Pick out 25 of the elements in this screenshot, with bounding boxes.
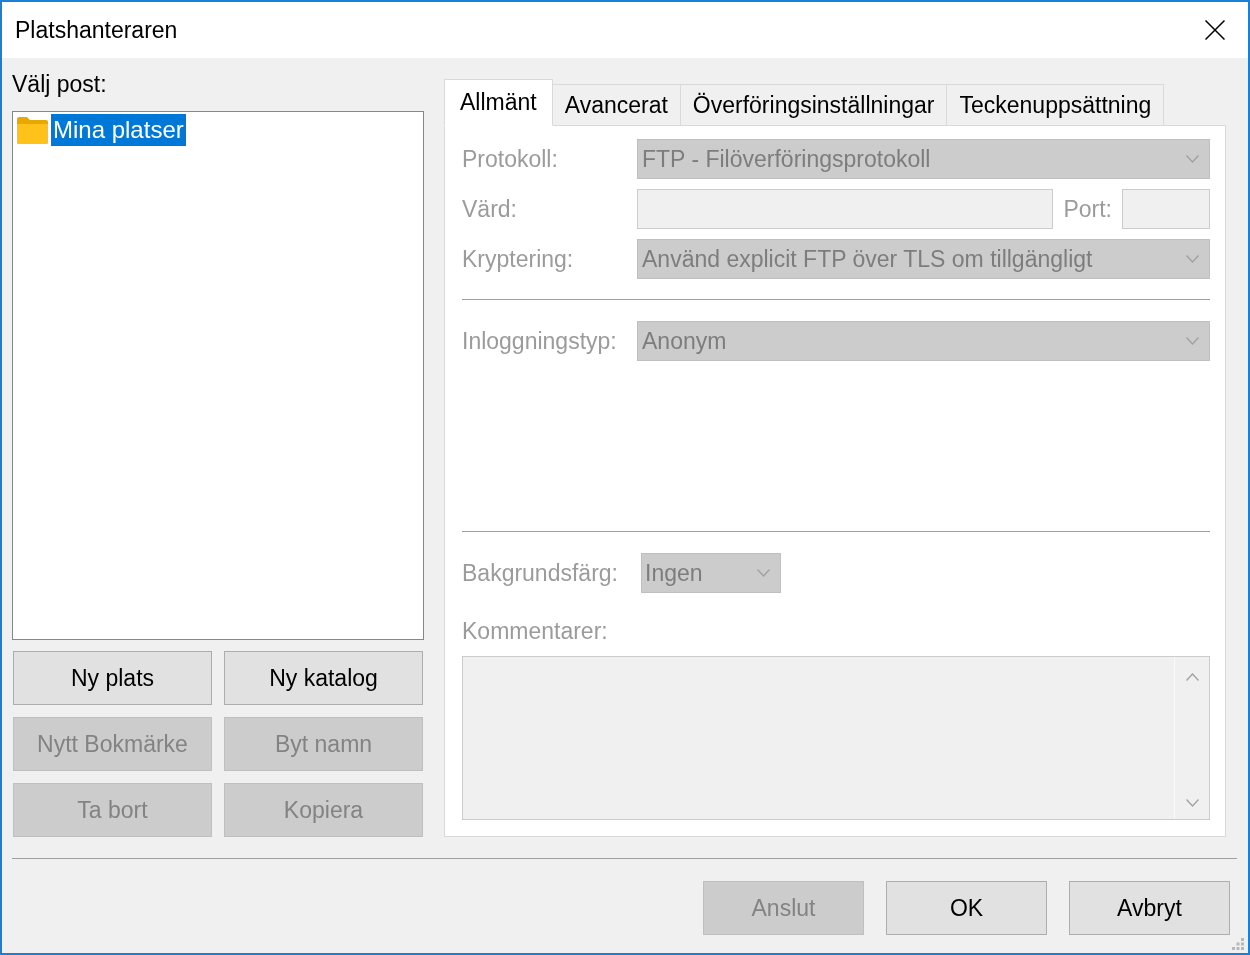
chevron-down-icon: [1185, 799, 1199, 807]
field-label: Protokoll:: [462, 145, 559, 173]
dialog-button[interactable]: OK: [886, 881, 1047, 935]
field-label: Bakgrundsfärg:: [462, 559, 619, 587]
field-label: Kommentarer:: [462, 618, 608, 644]
field-label: Kryptering:: [462, 245, 575, 273]
resize-grip-icon[interactable]: [1232, 938, 1244, 950]
chevron-down-icon: [757, 569, 770, 577]
dialog-button[interactable]: Avbryt: [1069, 881, 1230, 935]
chevron-down-icon: [1186, 337, 1199, 345]
field-label: Port:: [1063, 195, 1112, 223]
field-label: Inloggningstyp:: [462, 327, 618, 355]
field-label: Värd:: [462, 195, 518, 223]
chevron-up-icon: [1185, 673, 1199, 681]
window-title: Platshanteraren: [15, 16, 178, 44]
close-icon[interactable]: [1205, 20, 1225, 40]
tab[interactable]: Allmänt: [444, 79, 553, 126]
action-button[interactable]: Ny plats: [13, 651, 212, 705]
folder-icon: [17, 116, 48, 144]
chevron-down-icon: [1186, 155, 1199, 163]
chevron-down-icon: [1186, 255, 1199, 263]
tree-label: Välj post:: [12, 71, 107, 97]
action-button[interactable]: Ny katalog: [224, 651, 423, 705]
tab[interactable]: Teckenuppsättning: [946, 84, 1165, 126]
tree-item[interactable]: Mina platser: [51, 114, 186, 146]
